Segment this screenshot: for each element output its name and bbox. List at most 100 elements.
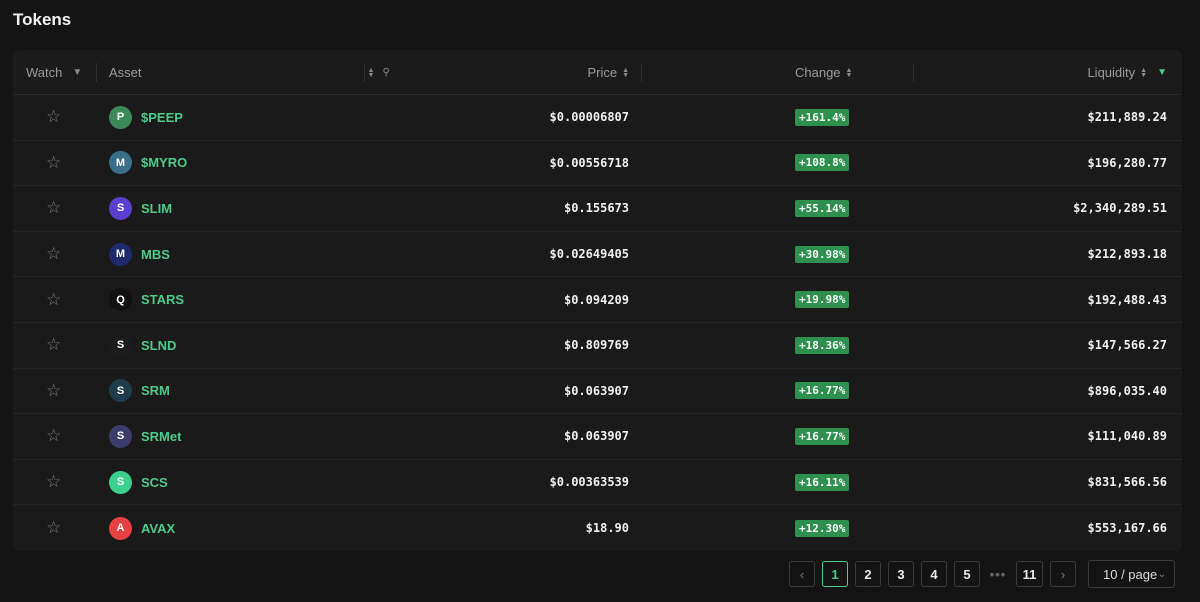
- change-badge: +18.36%: [795, 336, 850, 354]
- filter-active-icon[interactable]: ▼: [1157, 67, 1167, 78]
- page-size-value: 10 / page: [1103, 566, 1158, 582]
- asset-cell[interactable]: Q STARS: [109, 277, 184, 322]
- asset-cell[interactable]: M $MYRO: [109, 141, 187, 186]
- table-row[interactable]: ☆ M $MYRO $0.00556718 +108.8% $196,280.7…: [13, 141, 1182, 187]
- page-button-5[interactable]: 5: [954, 561, 980, 587]
- prev-page-button[interactable]: ‹: [789, 561, 815, 587]
- tokens-table: Watch ▼ Asset ▲ ▼ ⚲ Price ▲ ▼ Change ▲ ▼ Li…: [13, 50, 1182, 551]
- change-badge: +19.98%: [795, 291, 850, 309]
- change-cell: +18.36%: [795, 323, 850, 368]
- token-logo-icon: M: [109, 151, 132, 175]
- table-row[interactable]: ☆ M MBS $0.02649405 +30.98% $212,893.18: [13, 232, 1182, 278]
- asset-cell[interactable]: A AVAX: [109, 505, 175, 551]
- table-row[interactable]: ☆ P $PEEP $0.00006807 +161.4% $211,889.2…: [13, 95, 1182, 141]
- column-divider: [913, 63, 914, 82]
- sort-icon[interactable]: ▲ ▼: [1140, 67, 1147, 79]
- change-cell: +16.11%: [795, 460, 850, 505]
- column-header-asset[interactable]: Asset ▲ ▼ ⚲: [109, 50, 390, 95]
- token-symbol[interactable]: MBS: [141, 247, 170, 262]
- liquidity-value: $896,035.40: [1087, 383, 1167, 398]
- page-button-3[interactable]: 3: [888, 561, 914, 587]
- price-value: $0.00556718: [549, 155, 629, 170]
- price-value: $0.00363539: [549, 475, 629, 490]
- token-symbol[interactable]: SRMet: [141, 429, 181, 444]
- asset-cell[interactable]: S SLND: [109, 323, 176, 368]
- star-icon[interactable]: ☆: [46, 369, 61, 414]
- liquidity-value: $147,566.27: [1087, 338, 1167, 353]
- price-value: $0.00006807: [549, 110, 629, 125]
- pagination-ellipsis[interactable]: •••: [987, 561, 1009, 587]
- star-icon[interactable]: ☆: [46, 505, 61, 551]
- column-header-label: Watch: [26, 65, 63, 80]
- sort-icon[interactable]: ▲ ▼: [622, 67, 629, 79]
- column-header-liquidity[interactable]: Liquidity ▲ ▼ ▼: [1087, 50, 1167, 95]
- token-logo-icon: S: [109, 424, 132, 448]
- token-symbol[interactable]: SCS: [141, 475, 168, 490]
- star-icon[interactable]: ☆: [46, 95, 61, 140]
- table-body: ☆ P $PEEP $0.00006807 +161.4% $211,889.2…: [13, 95, 1182, 551]
- column-header-label: Liquidity: [1087, 65, 1136, 80]
- liquidity-value: $111,040.89: [1087, 429, 1167, 444]
- asset-cell[interactable]: P $PEEP: [109, 95, 183, 140]
- token-symbol[interactable]: $PEEP: [141, 110, 183, 125]
- token-logo-icon: S: [109, 470, 132, 494]
- search-icon[interactable]: ⚲: [382, 67, 389, 78]
- next-page-button[interactable]: ›: [1050, 561, 1076, 587]
- column-header-change[interactable]: Change ▲ ▼: [795, 50, 852, 95]
- table-row[interactable]: ☆ S SRMet $0.063907 +16.77% $111,040.89: [13, 414, 1182, 460]
- table-row[interactable]: ☆ S SLND $0.809769 +18.36% $147,566.27: [13, 323, 1182, 369]
- change-cell: +161.4%: [795, 95, 850, 140]
- asset-cell[interactable]: S SLIM: [109, 186, 172, 231]
- liquidity-value: $2,340,289.51: [1073, 201, 1167, 216]
- sort-icon[interactable]: ▲ ▼: [368, 67, 375, 79]
- table-row[interactable]: ☆ A AVAX $18.90 +12.30% $553,167.66: [13, 505, 1182, 551]
- star-icon[interactable]: ☆: [46, 323, 61, 368]
- page-button-last[interactable]: 11: [1016, 561, 1043, 587]
- price-value: $0.02649405: [549, 247, 629, 262]
- page-button-2[interactable]: 2: [855, 561, 881, 587]
- star-icon[interactable]: ☆: [46, 460, 61, 505]
- star-icon[interactable]: ☆: [46, 277, 61, 322]
- change-badge: +108.8%: [795, 154, 850, 172]
- token-logo-icon: P: [109, 105, 132, 129]
- star-icon[interactable]: ☆: [46, 186, 61, 231]
- table-row[interactable]: ☆ S SLIM $0.155673 +55.14% $2,340,289.51: [13, 186, 1182, 232]
- asset-cell[interactable]: M MBS: [109, 232, 170, 277]
- star-icon[interactable]: ☆: [46, 414, 61, 459]
- table-header: Watch ▼ Asset ▲ ▼ ⚲ Price ▲ ▼ Change ▲ ▼ Li…: [13, 50, 1182, 95]
- token-symbol[interactable]: SRM: [141, 383, 170, 398]
- page-title: Tokens: [13, 10, 72, 29]
- token-symbol[interactable]: AVAX: [141, 521, 175, 536]
- token-logo-icon: M: [109, 242, 132, 266]
- table-row[interactable]: ☆ S SRM $0.063907 +16.77% $896,035.40: [13, 369, 1182, 415]
- token-symbol[interactable]: SLND: [141, 338, 176, 353]
- token-symbol[interactable]: SLIM: [141, 201, 172, 216]
- liquidity-value: $831,566.56: [1087, 475, 1167, 490]
- column-header-watch[interactable]: Watch ▼: [26, 50, 82, 95]
- asset-cell[interactable]: S SRMet: [109, 414, 181, 459]
- column-header-label: Change: [795, 65, 841, 80]
- page-button-4[interactable]: 4: [921, 561, 947, 587]
- price-value: $0.063907: [563, 429, 629, 444]
- asset-cell[interactable]: S SRM: [109, 369, 170, 414]
- asset-cell[interactable]: S SCS: [109, 460, 168, 505]
- star-icon[interactable]: ☆: [46, 232, 61, 277]
- page-button-1[interactable]: 1: [822, 561, 848, 587]
- filter-icon[interactable]: ▼: [72, 67, 82, 78]
- change-badge: +16.77%: [795, 382, 850, 400]
- change-badge: +12.30%: [795, 519, 850, 537]
- star-icon[interactable]: ☆: [46, 141, 61, 186]
- change-cell: +16.77%: [795, 414, 850, 459]
- token-symbol[interactable]: STARS: [141, 292, 184, 307]
- page-size-select[interactable]: 10 / page ⌄: [1088, 560, 1175, 588]
- price-value: $0.809769: [563, 338, 629, 353]
- change-cell: +19.98%: [795, 277, 850, 322]
- table-row[interactable]: ☆ Q STARS $0.094209 +19.98% $192,488.43: [13, 277, 1182, 323]
- table-row[interactable]: ☆ S SCS $0.00363539 +16.11% $831,566.56: [13, 460, 1182, 506]
- liquidity-value: $192,488.43: [1087, 292, 1167, 307]
- sort-icon[interactable]: ▲ ▼: [846, 67, 853, 79]
- column-header-price[interactable]: Price ▲ ▼: [587, 50, 629, 95]
- token-symbol[interactable]: $MYRO: [141, 155, 187, 170]
- token-logo-icon: S: [109, 196, 132, 220]
- change-badge: +161.4%: [795, 108, 850, 126]
